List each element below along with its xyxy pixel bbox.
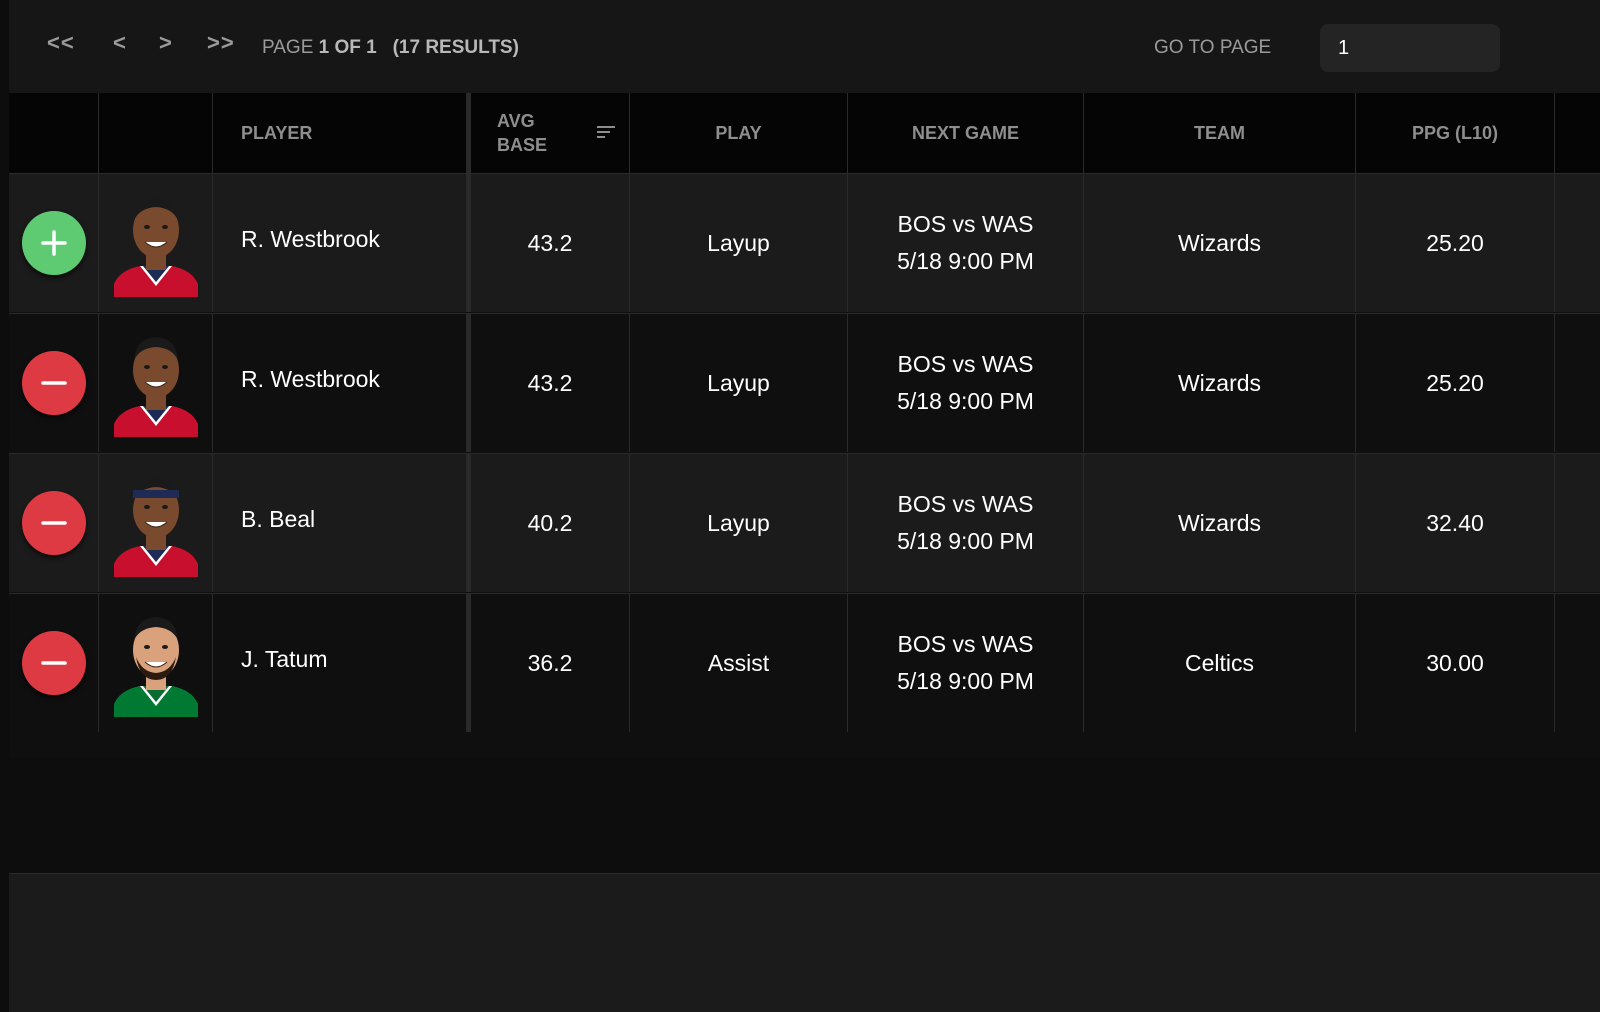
header-play[interactable]: PLAY xyxy=(630,93,848,173)
player-name[interactable]: J. Tatum xyxy=(213,594,467,732)
action-cell xyxy=(9,174,99,312)
avg-base-value: 36.2 xyxy=(467,594,630,732)
avg-base-value: 43.2 xyxy=(467,314,630,452)
player-avatar xyxy=(109,322,202,437)
remove-player-button[interactable] xyxy=(21,351,86,415)
extra-cell xyxy=(1555,174,1600,312)
game-time: 5/18 9:00 PM xyxy=(897,668,1034,694)
header-avg-base[interactable]: AVG BASE xyxy=(467,93,630,173)
photo-cell xyxy=(99,594,213,732)
remove-player-button[interactable] xyxy=(21,631,86,695)
player-avatar xyxy=(109,462,202,577)
header-team[interactable]: TEAM xyxy=(1084,93,1356,173)
game-time: 5/18 9:00 PM xyxy=(897,248,1034,274)
next-game-value: BOS vs WAS 5/18 9:00 PM xyxy=(848,174,1084,312)
pagination-bar: << < > >> PAGE 1 OF 1 (17 RESULTS) GO TO… xyxy=(9,0,1600,94)
player-name[interactable]: R. Westbrook xyxy=(213,314,467,452)
player-avatar xyxy=(109,602,202,717)
table-row: R. Westbrook 43.2 Layup BOS vs WAS 5/18 … xyxy=(9,173,1600,312)
first-page-button[interactable]: << xyxy=(47,30,75,56)
results-count: (17 RESULTS) xyxy=(392,37,519,58)
ppg-value: 30.00 xyxy=(1356,594,1555,732)
photo-cell xyxy=(99,174,213,312)
page-info: PAGE 1 OF 1 (17 RESULTS) xyxy=(262,37,519,59)
header-action xyxy=(9,93,99,173)
players-panel: << < > >> PAGE 1 OF 1 (17 RESULTS) GO TO… xyxy=(9,0,1600,1012)
extra-cell xyxy=(1555,454,1600,592)
minus-icon xyxy=(40,521,67,525)
next-game-value: BOS vs WAS 5/18 9:00 PM xyxy=(848,594,1084,732)
avg-base-value: 43.2 xyxy=(467,174,630,312)
header-next-game[interactable]: NEXT GAME xyxy=(848,93,1084,173)
header-avg-base-line1: AVG xyxy=(497,111,535,131)
game-time: 5/18 9:00 PM xyxy=(897,388,1034,414)
remove-player-button[interactable] xyxy=(21,491,86,555)
avg-base-value: 40.2 xyxy=(467,454,630,592)
game-matchup: BOS vs WAS xyxy=(897,351,1034,377)
ppg-value: 32.40 xyxy=(1356,454,1555,592)
ppg-value: 25.20 xyxy=(1356,174,1555,312)
header-ppg[interactable]: PPG (L10) xyxy=(1356,93,1555,173)
game-matchup: BOS vs WAS xyxy=(897,211,1034,237)
table-row xyxy=(9,873,1600,1012)
minus-icon xyxy=(40,661,67,665)
table-header: PLAYER AVG BASE PLAY NEXT GAME TEAM PPG … xyxy=(9,93,1600,173)
player-name[interactable]: R. Westbrook xyxy=(213,174,467,312)
play-value: Assist xyxy=(630,594,848,732)
table-row: R. Westbrook 43.2 Layup BOS vs WAS 5/18 … xyxy=(9,313,1600,452)
header-photo xyxy=(99,93,213,173)
sort-icon[interactable] xyxy=(597,126,615,140)
page-label: PAGE xyxy=(262,37,314,58)
action-cell xyxy=(9,314,99,452)
action-cell xyxy=(9,594,99,732)
extra-cell xyxy=(1555,314,1600,452)
prev-page-button[interactable]: < xyxy=(113,30,127,56)
action-cell xyxy=(9,454,99,592)
header-avg-base-line2: BASE xyxy=(497,135,548,155)
page-value: 1 OF 1 xyxy=(318,37,377,58)
game-matchup: BOS vs WAS xyxy=(897,491,1034,517)
game-time: 5/18 9:00 PM xyxy=(897,528,1034,554)
header-extra xyxy=(1555,93,1600,173)
team-value: Wizards xyxy=(1084,314,1356,452)
header-player[interactable]: PLAYER xyxy=(213,93,467,173)
team-value: Wizards xyxy=(1084,174,1356,312)
photo-cell xyxy=(99,454,213,592)
goto-page-label: GO TO PAGE xyxy=(1154,37,1272,58)
next-page-button[interactable]: > xyxy=(159,30,173,56)
player-name[interactable]: B. Beal xyxy=(213,454,467,592)
next-game-value: BOS vs WAS 5/18 9:00 PM xyxy=(848,454,1084,592)
player-avatar xyxy=(109,182,202,297)
goto-page-input[interactable] xyxy=(1320,24,1500,72)
last-page-button[interactable]: >> xyxy=(207,30,235,56)
team-value: Celtics xyxy=(1084,594,1356,732)
add-player-button[interactable] xyxy=(21,211,86,275)
table-row: J. Tatum 36.2 Assist BOS vs WAS 5/18 9:0… xyxy=(9,593,1600,732)
table-row: B. Beal 40.2 Layup BOS vs WAS 5/18 9:00 … xyxy=(9,453,1600,592)
play-value: Layup xyxy=(630,174,848,312)
play-value: Layup xyxy=(630,454,848,592)
play-value: Layup xyxy=(630,314,848,452)
plus-icon xyxy=(40,230,67,256)
team-value: Wizards xyxy=(1084,454,1356,592)
game-matchup: BOS vs WAS xyxy=(897,631,1034,657)
extra-cell xyxy=(1555,594,1600,732)
ppg-value: 25.20 xyxy=(1356,314,1555,452)
next-game-value: BOS vs WAS 5/18 9:00 PM xyxy=(848,314,1084,452)
photo-cell xyxy=(99,314,213,452)
minus-icon xyxy=(40,381,67,385)
